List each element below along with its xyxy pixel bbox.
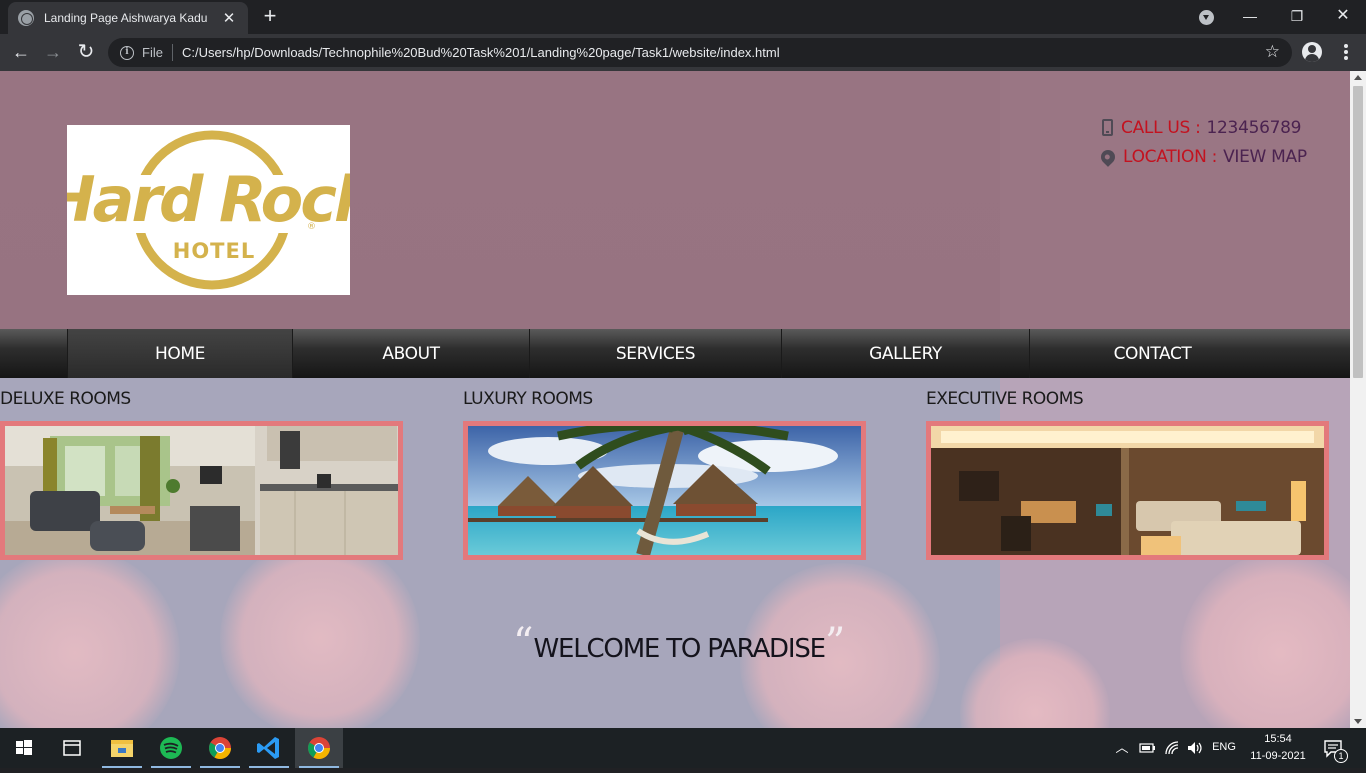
folder-icon	[111, 740, 133, 757]
tab-title: Landing Page Aishwarya Kadu	[44, 11, 208, 25]
volume-icon[interactable]	[1186, 740, 1204, 756]
phone-number[interactable]: 123456789	[1207, 118, 1302, 138]
hotel-logo[interactable]: Hard Rock HOTEL ®	[44, 125, 382, 295]
vscode-icon	[257, 737, 279, 759]
nav-home[interactable]: HOME	[67, 329, 292, 378]
phone-icon	[1102, 119, 1113, 136]
browser-toolbar: ← → ↻ i File C:/Users/hp/Downloads/Techn…	[0, 34, 1366, 71]
scroll-down-icon[interactable]	[1354, 719, 1362, 724]
language-indicator[interactable]: ENG	[1208, 740, 1240, 755]
info-icon[interactable]: i	[120, 45, 134, 60]
open-quote-icon: “	[513, 620, 534, 666]
room-title: LUXURY ROOMS	[463, 389, 593, 409]
location-pin-icon	[1098, 146, 1118, 167]
svg-text:HOTEL: HOTEL	[173, 239, 255, 263]
executive-room-image[interactable]	[926, 421, 1329, 560]
chrome-icon	[308, 737, 330, 759]
tab-search-icon[interactable]	[1199, 10, 1214, 25]
main-content: DELUXE ROOMS LUXURY ROOMS EXECUTIVE ROOM…	[0, 378, 1350, 728]
contact-info: CALL US : 123456789 LOCATION : VIEW MAP	[1098, 113, 1307, 171]
address-separator	[171, 44, 173, 61]
tab-close-button[interactable]: ✕	[220, 9, 238, 27]
wifi-icon[interactable]	[1163, 740, 1181, 756]
clock-time[interactable]: 15:54	[1243, 732, 1313, 747]
file-scheme-label: File	[142, 45, 163, 60]
globe-icon	[18, 10, 34, 26]
close-quote-icon: ”	[824, 620, 846, 666]
chrome-active-button[interactable]	[295, 728, 343, 768]
site-header: Hard Rock HOTEL ® CALL US : 123456789 LO…	[0, 71, 1350, 329]
chrome-button[interactable]	[196, 728, 244, 768]
svg-text:®: ®	[307, 222, 316, 232]
room-title: EXECUTIVE ROOMS	[926, 389, 1084, 409]
room-card-deluxe: DELUXE ROOMS	[0, 378, 403, 560]
nav-gallery[interactable]: GALLERY	[781, 329, 1029, 378]
windows-logo-icon	[16, 740, 32, 755]
luxury-room-image[interactable]	[463, 421, 866, 560]
location-row: LOCATION : VIEW MAP	[1098, 142, 1307, 171]
browser-tab-bar: Landing Page Aishwarya Kadu ✕ + — ❐ ✕	[0, 0, 1366, 34]
location-label: LOCATION :	[1123, 146, 1218, 167]
notification-count: 1	[1334, 749, 1348, 763]
clock-date[interactable]: 11-09-2021	[1243, 749, 1313, 764]
forward-button[interactable]: →	[40, 39, 66, 65]
profile-avatar-icon[interactable]	[1302, 42, 1322, 62]
spotify-button[interactable]	[147, 728, 195, 768]
close-window-button[interactable]: ✕	[1328, 4, 1358, 28]
spotify-icon	[160, 737, 182, 759]
task-view-icon	[63, 740, 81, 756]
address-bar[interactable]: i File C:/Users/hp/Downloads/Technophile…	[108, 38, 1292, 67]
deluxe-room-image[interactable]	[0, 421, 403, 560]
scrollbar-thumb[interactable]	[1353, 86, 1363, 378]
call-us-row: CALL US : 123456789	[1100, 113, 1307, 142]
nav-contact[interactable]: CONTACT	[1029, 329, 1275, 378]
room-title: DELUXE ROOMS	[0, 389, 131, 409]
windows-start-button[interactable]	[0, 728, 48, 768]
welcome-text: WELCOME TO PARADISE	[533, 634, 826, 664]
room-card-executive: EXECUTIVE ROOMS	[926, 378, 1329, 560]
page-viewport: Hard Rock HOTEL ® CALL US : 123456789 LO…	[0, 71, 1350, 728]
maximize-button[interactable]: ❐	[1282, 4, 1312, 28]
file-explorer-button[interactable]	[98, 728, 146, 768]
room-card-luxury: LUXURY ROOMS	[463, 378, 866, 560]
chrome-icon	[209, 737, 231, 759]
vertical-scrollbar[interactable]	[1350, 71, 1366, 728]
nav-about[interactable]: ABOUT	[292, 329, 529, 378]
reload-button[interactable]: ↻	[73, 39, 99, 65]
windows-taskbar: ︿ ENG 15:54 11-09-2021 1	[0, 728, 1366, 768]
scroll-up-icon[interactable]	[1354, 75, 1362, 80]
task-view-button[interactable]	[48, 728, 96, 768]
bookmark-star-icon[interactable]: ☆	[1265, 43, 1280, 61]
tray-chevron-icon[interactable]: ︿	[1113, 740, 1131, 755]
view-map-link[interactable]: VIEW MAP	[1223, 147, 1307, 167]
bokeh-light	[220, 538, 420, 728]
new-tab-button[interactable]: +	[258, 5, 282, 27]
nav-services[interactable]: SERVICES	[529, 329, 781, 378]
vscode-button[interactable]	[245, 728, 293, 768]
browser-tab[interactable]: Landing Page Aishwarya Kadu ✕	[8, 2, 248, 34]
welcome-heading: “ WELCOME TO PARADISE ”	[513, 620, 846, 666]
hard-rock-logo-icon: Hard Rock HOTEL ®	[44, 130, 382, 290]
back-button[interactable]: ←	[8, 39, 34, 65]
main-nav: HOME ABOUT SERVICES GALLERY CONTACT	[0, 329, 1350, 378]
call-us-label: CALL US :	[1121, 117, 1201, 138]
minimize-button[interactable]: —	[1235, 4, 1265, 28]
browser-menu-icon[interactable]	[1336, 42, 1356, 62]
address-url[interactable]: C:/Users/hp/Downloads/Technophile%20Bud%…	[182, 45, 780, 60]
bokeh-light	[0, 548, 180, 728]
battery-icon[interactable]	[1139, 742, 1157, 754]
